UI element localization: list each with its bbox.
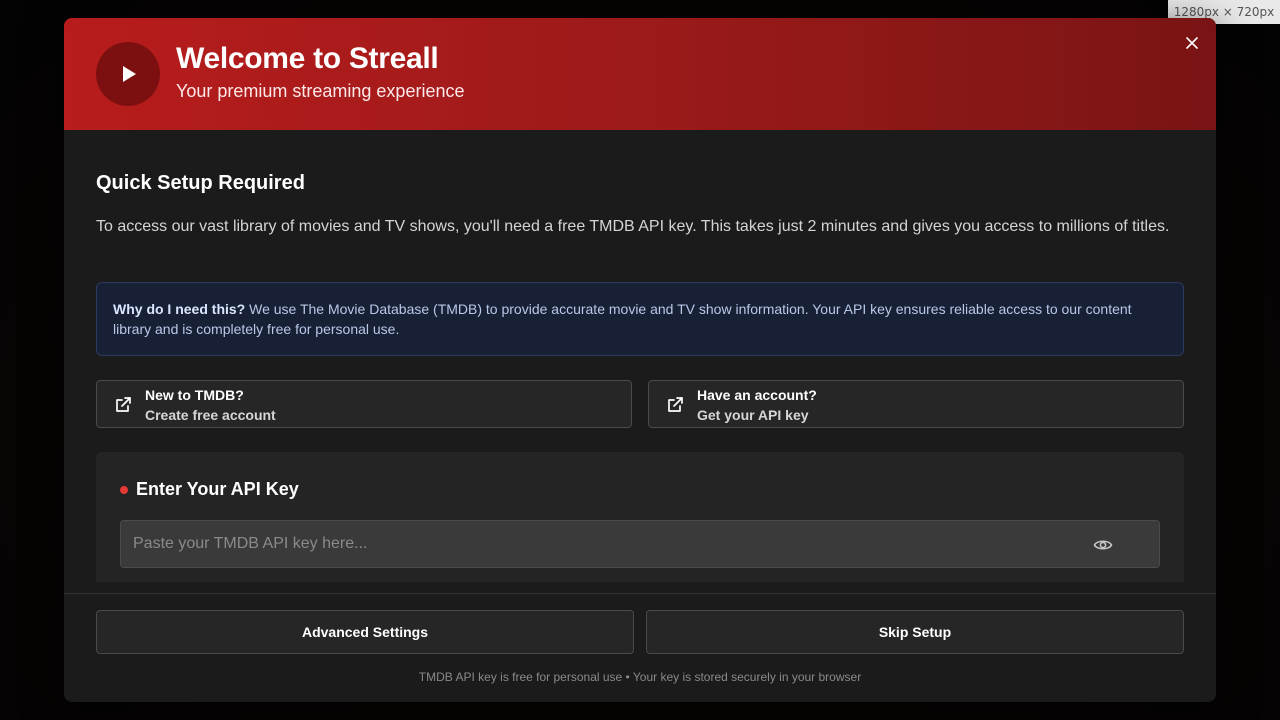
info-text: We use The Movie Database (TMDB) to prov… bbox=[113, 301, 1132, 337]
link-subtitle: Create free account bbox=[145, 407, 276, 423]
link-subtitle: Get your API key bbox=[697, 407, 809, 423]
intro-text: To access our vast library of movies and… bbox=[96, 218, 1170, 235]
footer-divider bbox=[64, 593, 1216, 594]
toggle-visibility-button[interactable] bbox=[1093, 535, 1113, 555]
link-title: New to TMDB? bbox=[145, 387, 244, 403]
modal-title: Welcome to Streall bbox=[176, 42, 439, 75]
logo bbox=[96, 42, 160, 106]
welcome-modal: Welcome to Streall Your premium streamin… bbox=[64, 18, 1216, 702]
api-key-field bbox=[120, 520, 1160, 568]
section-title: Quick Setup Required bbox=[96, 172, 305, 194]
info-label: Why do I need this? bbox=[113, 301, 246, 317]
footer-note: TMDB API key is free for personal use • … bbox=[418, 670, 862, 684]
external-link-icon bbox=[113, 395, 133, 415]
close-button[interactable] bbox=[1182, 32, 1202, 52]
api-key-input[interactable] bbox=[121, 521, 1081, 567]
api-key-panel: Enter Your API Key bbox=[96, 452, 1184, 582]
modal-header: Welcome to Streall Your premium streamin… bbox=[64, 18, 1216, 130]
required-indicator bbox=[120, 486, 128, 494]
get-api-key-link[interactable]: Have an account? Get your API key bbox=[648, 380, 1184, 428]
link-title: Have an account? bbox=[697, 387, 817, 403]
external-link-icon bbox=[665, 395, 685, 415]
skip-setup-button[interactable]: Skip Setup bbox=[646, 610, 1184, 654]
eye-icon bbox=[1093, 535, 1113, 555]
advanced-settings-button[interactable]: Advanced Settings bbox=[96, 610, 634, 654]
info-box: Why do I need this? We use The Movie Dat… bbox=[96, 282, 1184, 356]
api-key-heading: Enter Your API Key bbox=[136, 479, 299, 499]
close-icon bbox=[1186, 36, 1198, 49]
modal-subtitle: Your premium streaming experience bbox=[176, 81, 465, 101]
play-icon bbox=[116, 62, 140, 86]
create-account-link[interactable]: New to TMDB? Create free account bbox=[96, 380, 632, 428]
